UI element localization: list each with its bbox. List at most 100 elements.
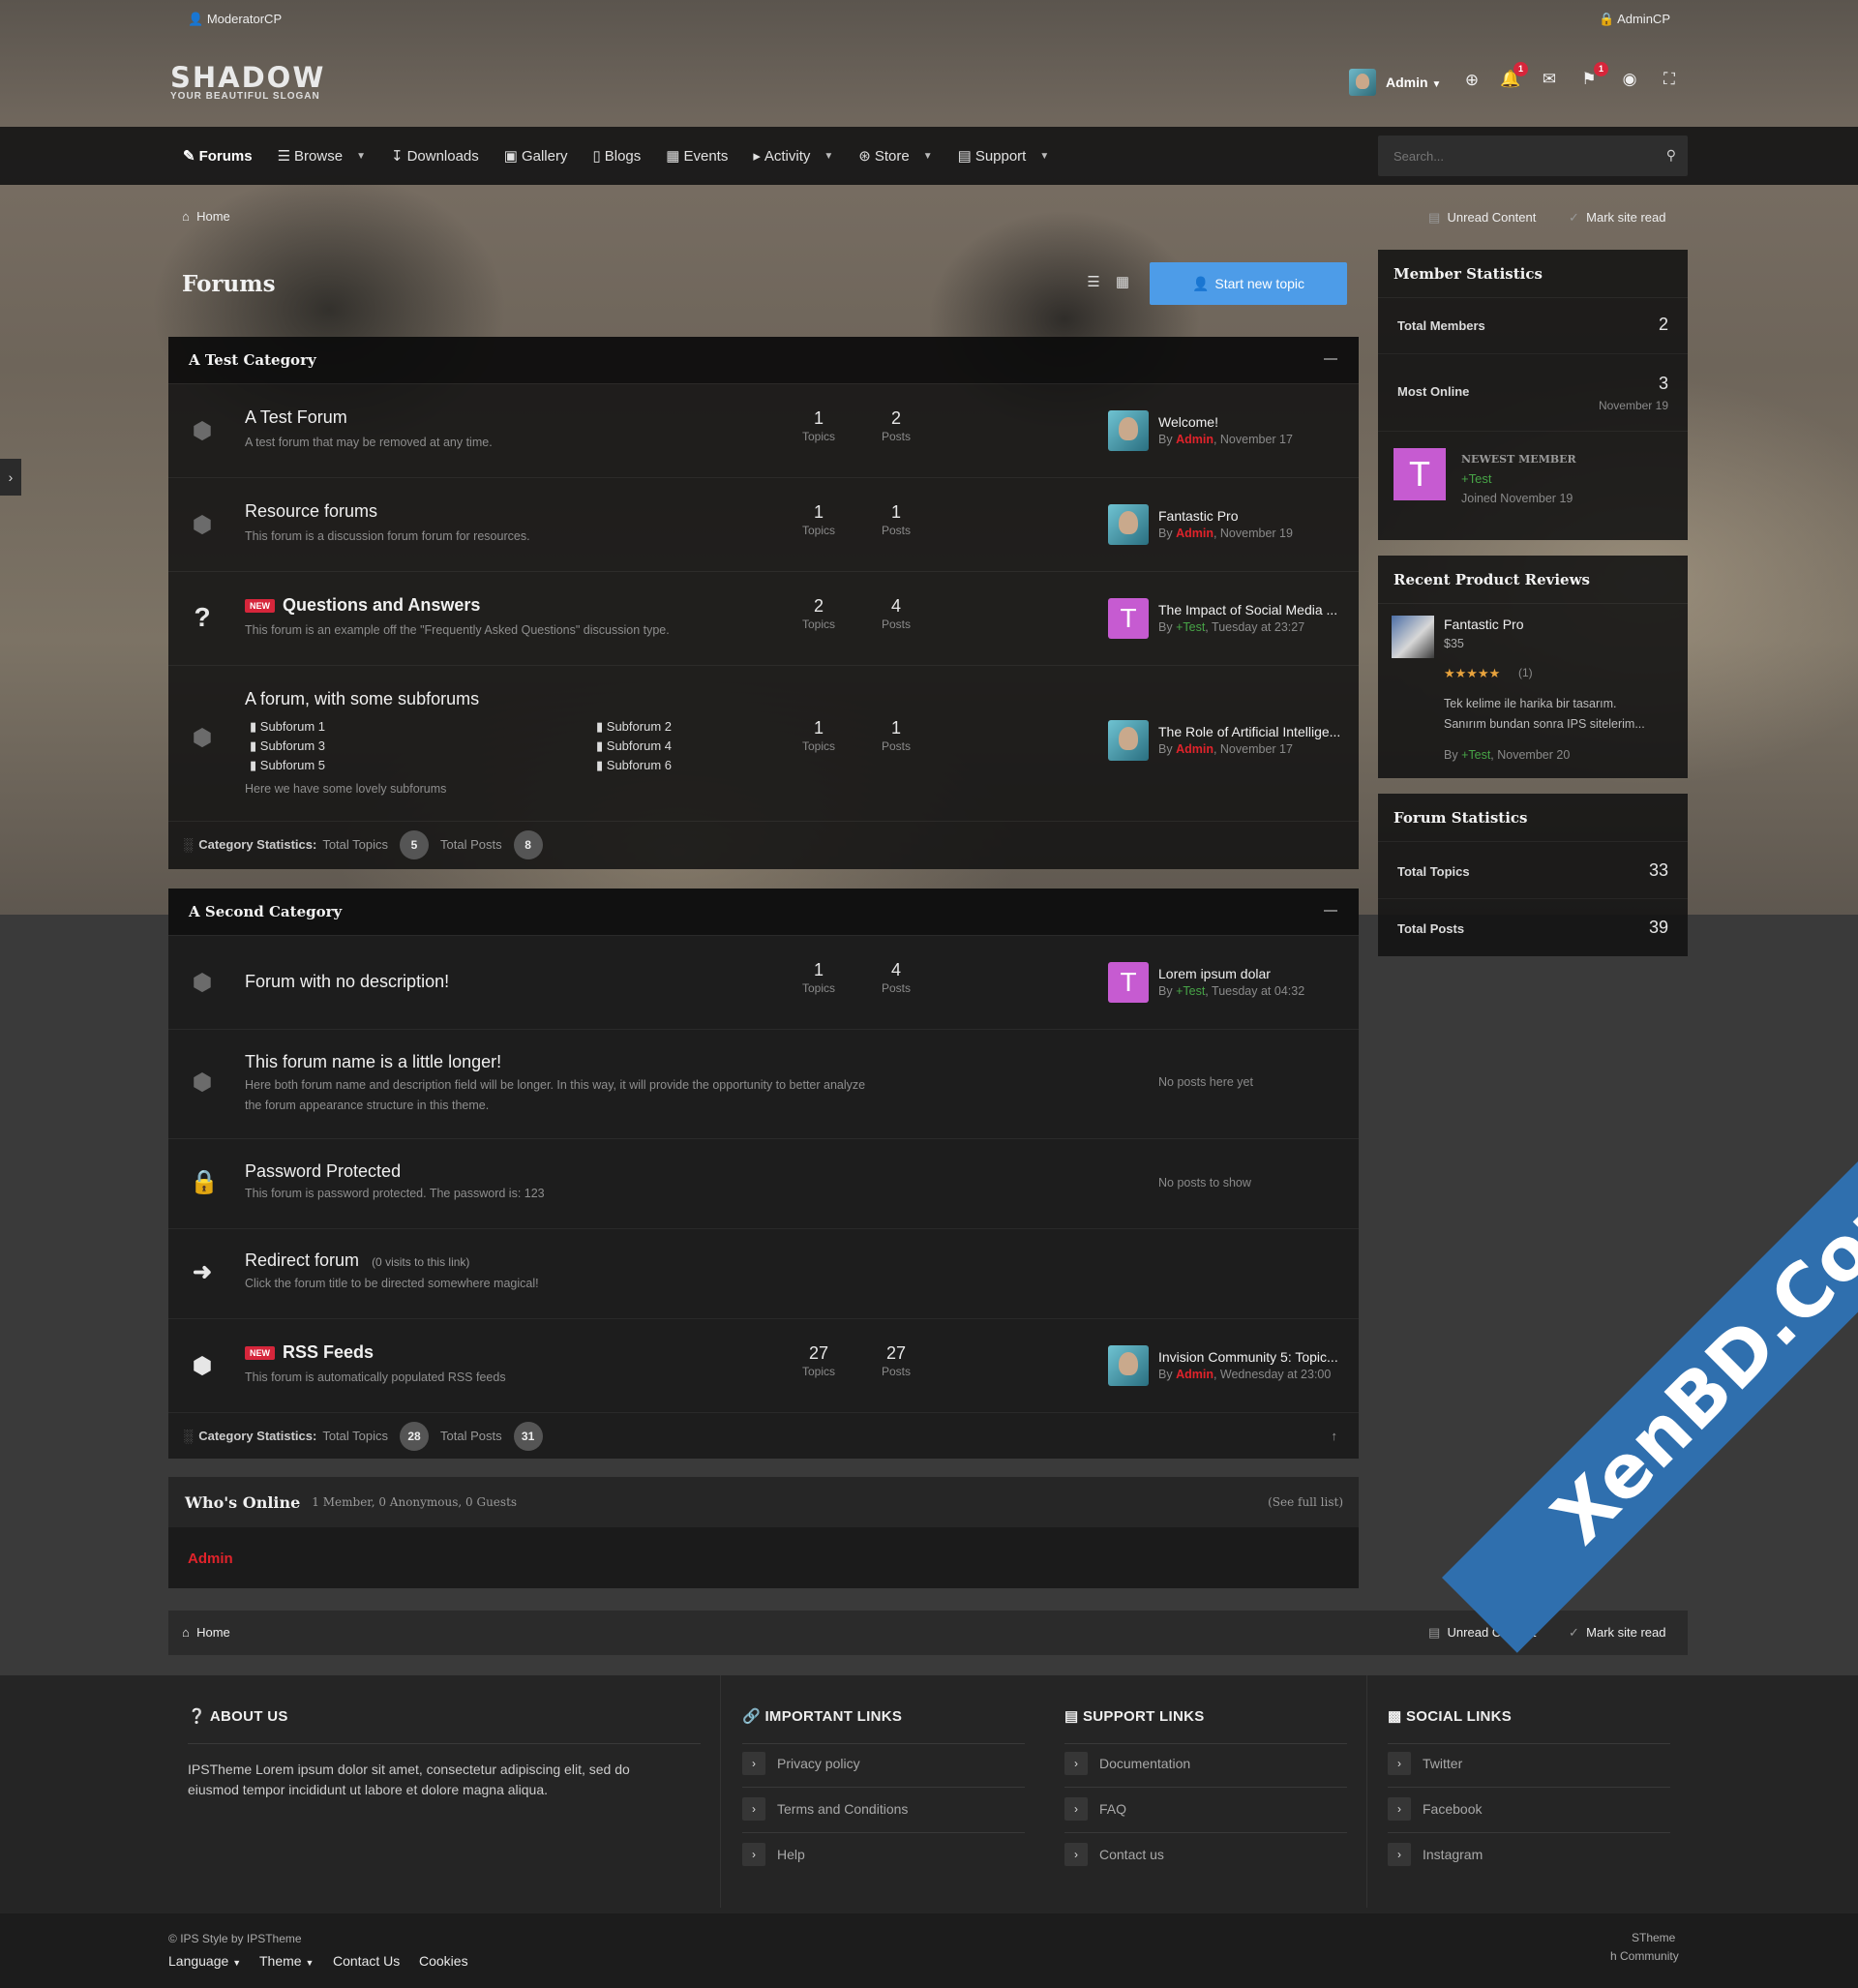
product-name[interactable]: Fantastic Pro xyxy=(1444,617,1523,632)
copyright-text: IPS Style by IPSTheme xyxy=(180,1932,302,1945)
last-poster-avatar[interactable] xyxy=(1108,1345,1149,1386)
newest-member-name[interactable]: +Test xyxy=(1461,471,1491,486)
scroll-up-arrow-icon[interactable]: ↑ xyxy=(1332,1429,1338,1443)
theme-paint-icon[interactable]: ◉ xyxy=(1618,70,1641,89)
subforum-link[interactable]: ▮ Subforum 1 xyxy=(250,719,325,735)
footer-link-documentation[interactable]: › Documentation xyxy=(1064,1752,1190,1775)
footer-link-contact[interactable]: › Contact us xyxy=(1064,1843,1164,1866)
forum-title[interactable]: NEW Questions and Answers xyxy=(245,595,480,616)
forum-title[interactable]: Resource forums xyxy=(245,501,377,522)
forum-title[interactable]: Forum with no description! xyxy=(245,972,449,992)
last-post-author[interactable]: +Test xyxy=(1176,984,1205,998)
create-plus-icon[interactable]: ⊕ xyxy=(1460,71,1483,90)
mark-site-read-link[interactable]: ✓ Mark site read xyxy=(1569,210,1666,226)
last-post-author[interactable]: +Test xyxy=(1176,620,1205,634)
category-title[interactable]: A Second Category xyxy=(189,903,342,920)
nav-blogs[interactable]: ▯ Blogs xyxy=(580,127,653,185)
forum-title[interactable]: This forum name is a little longer! xyxy=(245,1052,501,1072)
last-post-author[interactable]: Admin xyxy=(1176,433,1214,446)
nav-activity[interactable]: ▸ Activity ▼ xyxy=(740,127,846,185)
last-post-title[interactable]: The Role of Artificial Intellige... xyxy=(1158,724,1352,739)
last-post-author[interactable]: Admin xyxy=(1176,742,1214,756)
last-post-title[interactable]: The Impact of Social Media ... xyxy=(1158,602,1352,617)
nav-browse[interactable]: ☰ Browse ▼ xyxy=(265,127,378,185)
footer-link-instagram[interactable]: › Instagram xyxy=(1388,1843,1483,1866)
last-post-author[interactable]: Admin xyxy=(1176,1368,1214,1381)
chevron-right-icon: › xyxy=(742,1843,765,1866)
last-post-title[interactable]: Welcome! xyxy=(1158,414,1352,430)
last-poster-avatar[interactable] xyxy=(1108,410,1149,451)
cookies-link[interactable]: Cookies xyxy=(419,1953,468,1969)
last-post-author[interactable]: Admin xyxy=(1176,527,1214,540)
footer-link-twitter[interactable]: › Twitter xyxy=(1388,1752,1462,1775)
contact-us-link[interactable]: Contact Us xyxy=(333,1953,400,1969)
caret-down-icon: ▼ xyxy=(305,1958,315,1968)
newest-member-avatar[interactable]: T xyxy=(1394,448,1446,500)
user-avatar[interactable] xyxy=(1349,69,1376,96)
footer-link-faq[interactable]: › FAQ xyxy=(1064,1797,1126,1821)
nav-store[interactable]: ⊛ Store ▼ xyxy=(846,127,944,185)
posts-label: Posts xyxy=(881,524,911,537)
subforum-link[interactable]: ▮ Subforum 3 xyxy=(250,738,325,754)
list-view-icon[interactable]: ☰ xyxy=(1083,273,1104,294)
last-post-title[interactable]: Lorem ipsum dolar xyxy=(1158,966,1352,981)
topics-label: Topics xyxy=(801,617,835,631)
no-posts-text: No posts here yet xyxy=(1158,1075,1253,1089)
category-title[interactable]: A Test Category xyxy=(189,351,316,369)
search-icon[interactable]: ⚲ xyxy=(1666,147,1676,164)
total-posts-label: Total Posts xyxy=(440,1429,502,1443)
mark-site-read-link[interactable]: ✓ Mark site read xyxy=(1569,1625,1666,1641)
forum-title[interactable]: A forum, with some subforums xyxy=(245,689,479,709)
by-label: By xyxy=(1444,748,1462,762)
last-post-title[interactable]: Fantastic Pro xyxy=(1158,508,1352,524)
subforum-link[interactable]: ▮ Subforum 2 xyxy=(596,719,672,735)
messages-envelope-icon[interactable]: ✉ xyxy=(1538,70,1561,89)
see-full-list-link[interactable]: (See full list) xyxy=(1268,1495,1343,1509)
nav-forums[interactable]: ✎ Forums xyxy=(170,127,265,185)
review-author[interactable]: +Test xyxy=(1461,748,1490,762)
footer-link-privacy[interactable]: › Privacy policy xyxy=(742,1752,860,1775)
last-post-date: , November 19 xyxy=(1213,527,1293,540)
nav-gallery[interactable]: ▣ Gallery xyxy=(492,127,581,185)
forum-title[interactable]: Redirect forum (0 visits to this link) xyxy=(245,1250,469,1271)
topics-label: Topics xyxy=(801,739,835,753)
forum-title[interactable]: NEW RSS Feeds xyxy=(245,1342,374,1363)
subforum-link[interactable]: ▮ Subforum 6 xyxy=(596,758,672,773)
moderator-cp-link[interactable]: 👤 ModeratorCP xyxy=(188,12,282,27)
search-input[interactable] xyxy=(1378,136,1639,176)
subforum-link[interactable]: ▮ Subforum 5 xyxy=(250,758,325,773)
theme-menu[interactable]: Theme ▼ xyxy=(259,1953,314,1969)
last-poster-avatar[interactable] xyxy=(1108,504,1149,545)
footer-link-help[interactable]: › Help xyxy=(742,1843,805,1866)
last-poster-avatar[interactable]: T xyxy=(1108,598,1149,639)
language-menu[interactable]: Language ▼ xyxy=(168,1953,241,1969)
breadcrumb-home[interactable]: ⌂ Home xyxy=(182,1625,230,1640)
subforum-link[interactable]: ▮ Subforum 4 xyxy=(596,738,672,754)
last-poster-avatar[interactable]: T xyxy=(1108,962,1149,1003)
nav-downloads[interactable]: ↧ Downloads xyxy=(378,127,492,185)
breadcrumb-home[interactable]: ⌂ Home xyxy=(182,209,230,224)
nav-support[interactable]: ▤ Support ▼ xyxy=(945,127,1063,185)
grid-view-icon[interactable]: ▦ xyxy=(1112,273,1133,294)
last-post-title[interactable]: Invision Community 5: Topic... xyxy=(1158,1349,1352,1365)
forum-title[interactable]: A Test Forum xyxy=(245,407,347,428)
start-new-topic-button[interactable]: 👤 Start new topic xyxy=(1150,262,1347,305)
site-logo[interactable]: SHADOW YOUR BEAUTIFUL SLOGAN xyxy=(170,64,383,103)
online-member[interactable]: Admin xyxy=(188,1551,233,1567)
product-thumbnail[interactable] xyxy=(1392,616,1434,658)
user-menu[interactable]: Admin ▼ xyxy=(1386,75,1441,90)
collapse-icon[interactable] xyxy=(1324,358,1337,360)
fullscreen-icon[interactable]: ⛶ xyxy=(1658,70,1681,89)
footer-link-terms[interactable]: › Terms and Conditions xyxy=(742,1797,908,1821)
collapse-icon[interactable] xyxy=(1324,910,1337,912)
side-panel-toggle[interactable]: › xyxy=(0,459,21,496)
last-poster-avatar[interactable] xyxy=(1108,720,1149,761)
forum-title[interactable]: Password Protected xyxy=(245,1161,401,1182)
unread-content-link[interactable]: ▤ Unread Content xyxy=(1428,210,1536,226)
footer-link-facebook[interactable]: › Facebook xyxy=(1388,1797,1482,1821)
footer-divider xyxy=(720,1675,721,1908)
important-links-title: IMPORTANT LINKS xyxy=(764,1708,903,1725)
admin-cp-link[interactable]: 🔒 AdminCP xyxy=(1599,12,1670,27)
nav-events[interactable]: ▦ Events xyxy=(653,127,740,185)
search-box: ⚲ xyxy=(1378,136,1688,176)
